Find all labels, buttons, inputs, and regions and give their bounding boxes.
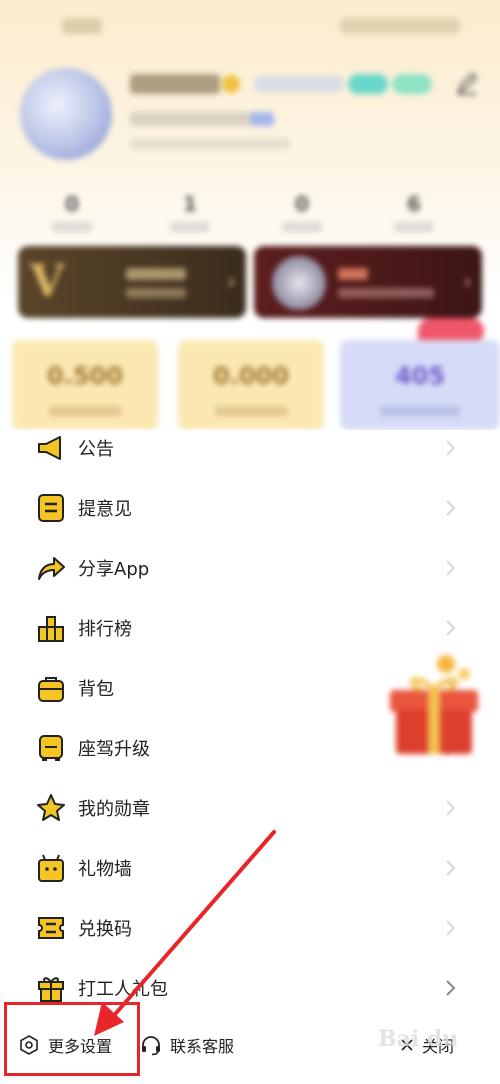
contact-service-button[interactable]: 联系客服: [140, 1030, 234, 1060]
user-id: [130, 112, 270, 126]
status-bar: [0, 18, 500, 42]
stat-fans[interactable]: 1: [160, 192, 220, 232]
nobility-subtitle: [338, 288, 434, 298]
menu-item-label: 排行榜: [78, 619, 132, 640]
stat-label: [52, 222, 92, 232]
edit-icon[interactable]: [456, 72, 478, 96]
menu-item-announcement[interactable]: 公告: [0, 418, 500, 478]
backpack-icon: [38, 677, 64, 702]
stat-visitors[interactable]: 6: [384, 192, 444, 232]
wallet-value: 405: [394, 362, 446, 390]
stat-value: 0: [295, 192, 309, 216]
user-signature: [130, 138, 290, 150]
settings-hexagon-icon: [20, 1035, 38, 1055]
chevron-right-icon: ›: [227, 270, 236, 295]
menu-item-label: 公告: [78, 439, 114, 460]
wallet-value: 0.500: [47, 362, 123, 390]
profile-tag: [348, 74, 388, 94]
menu-item-share[interactable]: 分享App: [0, 538, 500, 598]
profile-tag: [254, 76, 344, 92]
feedback-icon: [38, 494, 64, 522]
stat-value: 6: [407, 192, 421, 216]
chevron-right-icon: ›: [463, 270, 472, 295]
vip-logo: V: [30, 256, 65, 307]
menu-item-label: 我的勋章: [78, 799, 150, 820]
stats-row: 0 1 0 6: [0, 192, 500, 232]
stat-label: [394, 222, 434, 232]
menu-item-label: 提意见: [78, 499, 132, 520]
contact-service-label: 联系客服: [170, 1037, 235, 1056]
vehicle-icon: [39, 735, 63, 761]
headset-icon: [142, 1036, 160, 1056]
stat-value: 0: [65, 192, 79, 216]
floating-gift-icon[interactable]: [384, 650, 484, 760]
status-time: [62, 18, 102, 34]
vip-subtitle: [126, 288, 186, 298]
ranking-icon: [38, 616, 64, 642]
id-badge: [250, 112, 274, 126]
wallet-box[interactable]: 0.000: [178, 340, 324, 430]
chevron-right-icon: [446, 980, 456, 996]
menu-item-label: 兑换码: [78, 919, 132, 940]
menu-item-medals[interactable]: 我的勋章: [0, 778, 500, 838]
vip-card[interactable]: V ›: [18, 246, 246, 318]
stat-following[interactable]: 0: [42, 192, 102, 232]
wallet-box[interactable]: 0.500: [12, 340, 158, 430]
menu-item-gift-wall[interactable]: 礼物墙: [0, 838, 500, 898]
menu-item-redeem-code[interactable]: 兑换码: [0, 898, 500, 958]
menu-item-label: 分享App: [78, 559, 150, 580]
menu-item-label: 打工人礼包: [78, 979, 168, 1000]
gift-pack-icon: [38, 977, 64, 1002]
gift-wall-icon: [38, 854, 64, 882]
stat-label: [170, 222, 210, 232]
wallet-label: [380, 406, 460, 416]
redeem-icon: [38, 917, 64, 939]
chevron-right-icon: [446, 620, 456, 636]
stat-value: 1: [183, 192, 197, 216]
more-settings-button[interactable]: 更多设置: [18, 1030, 112, 1060]
chevron-right-icon: [446, 920, 456, 936]
menu-item-label: 背包: [78, 679, 114, 700]
chevron-right-icon: [446, 440, 456, 456]
nobility-title: [338, 268, 368, 280]
menu-item-label: 礼物墙: [78, 859, 132, 880]
username: [130, 74, 220, 94]
chevron-right-icon: [446, 800, 456, 816]
emblem-icon: [272, 256, 326, 310]
profile-header: 0 1 0 6 V › › 0.500 0.000 405: [0, 0, 500, 430]
avatar[interactable]: [20, 68, 112, 160]
status-indicators: [340, 18, 460, 34]
wallet-value: 0.000: [213, 362, 289, 390]
megaphone-icon: [38, 436, 61, 460]
nobility-card[interactable]: ›: [254, 246, 482, 318]
level-badge: [222, 75, 240, 93]
chevron-right-icon: [446, 500, 456, 516]
wallet-label: [48, 406, 122, 416]
star-icon: [37, 794, 65, 821]
stat-friends[interactable]: 0: [272, 192, 332, 232]
chevron-right-icon: [446, 560, 456, 576]
menu-item-leaderboard[interactable]: 排行榜: [0, 598, 500, 658]
chevron-right-icon: [446, 860, 456, 876]
baidu-watermark: Bai du: [378, 1026, 459, 1052]
more-settings-label: 更多设置: [48, 1037, 113, 1056]
stat-label: [282, 222, 322, 232]
wallet-box[interactable]: 405: [340, 340, 500, 430]
share-icon: [38, 557, 65, 580]
menu-item-feedback[interactable]: 提意见: [0, 478, 500, 538]
vip-title: [126, 268, 186, 280]
profile-tag: [392, 74, 432, 94]
wallet-label: [214, 406, 288, 416]
menu-item-label: 座驾升级: [78, 739, 150, 760]
